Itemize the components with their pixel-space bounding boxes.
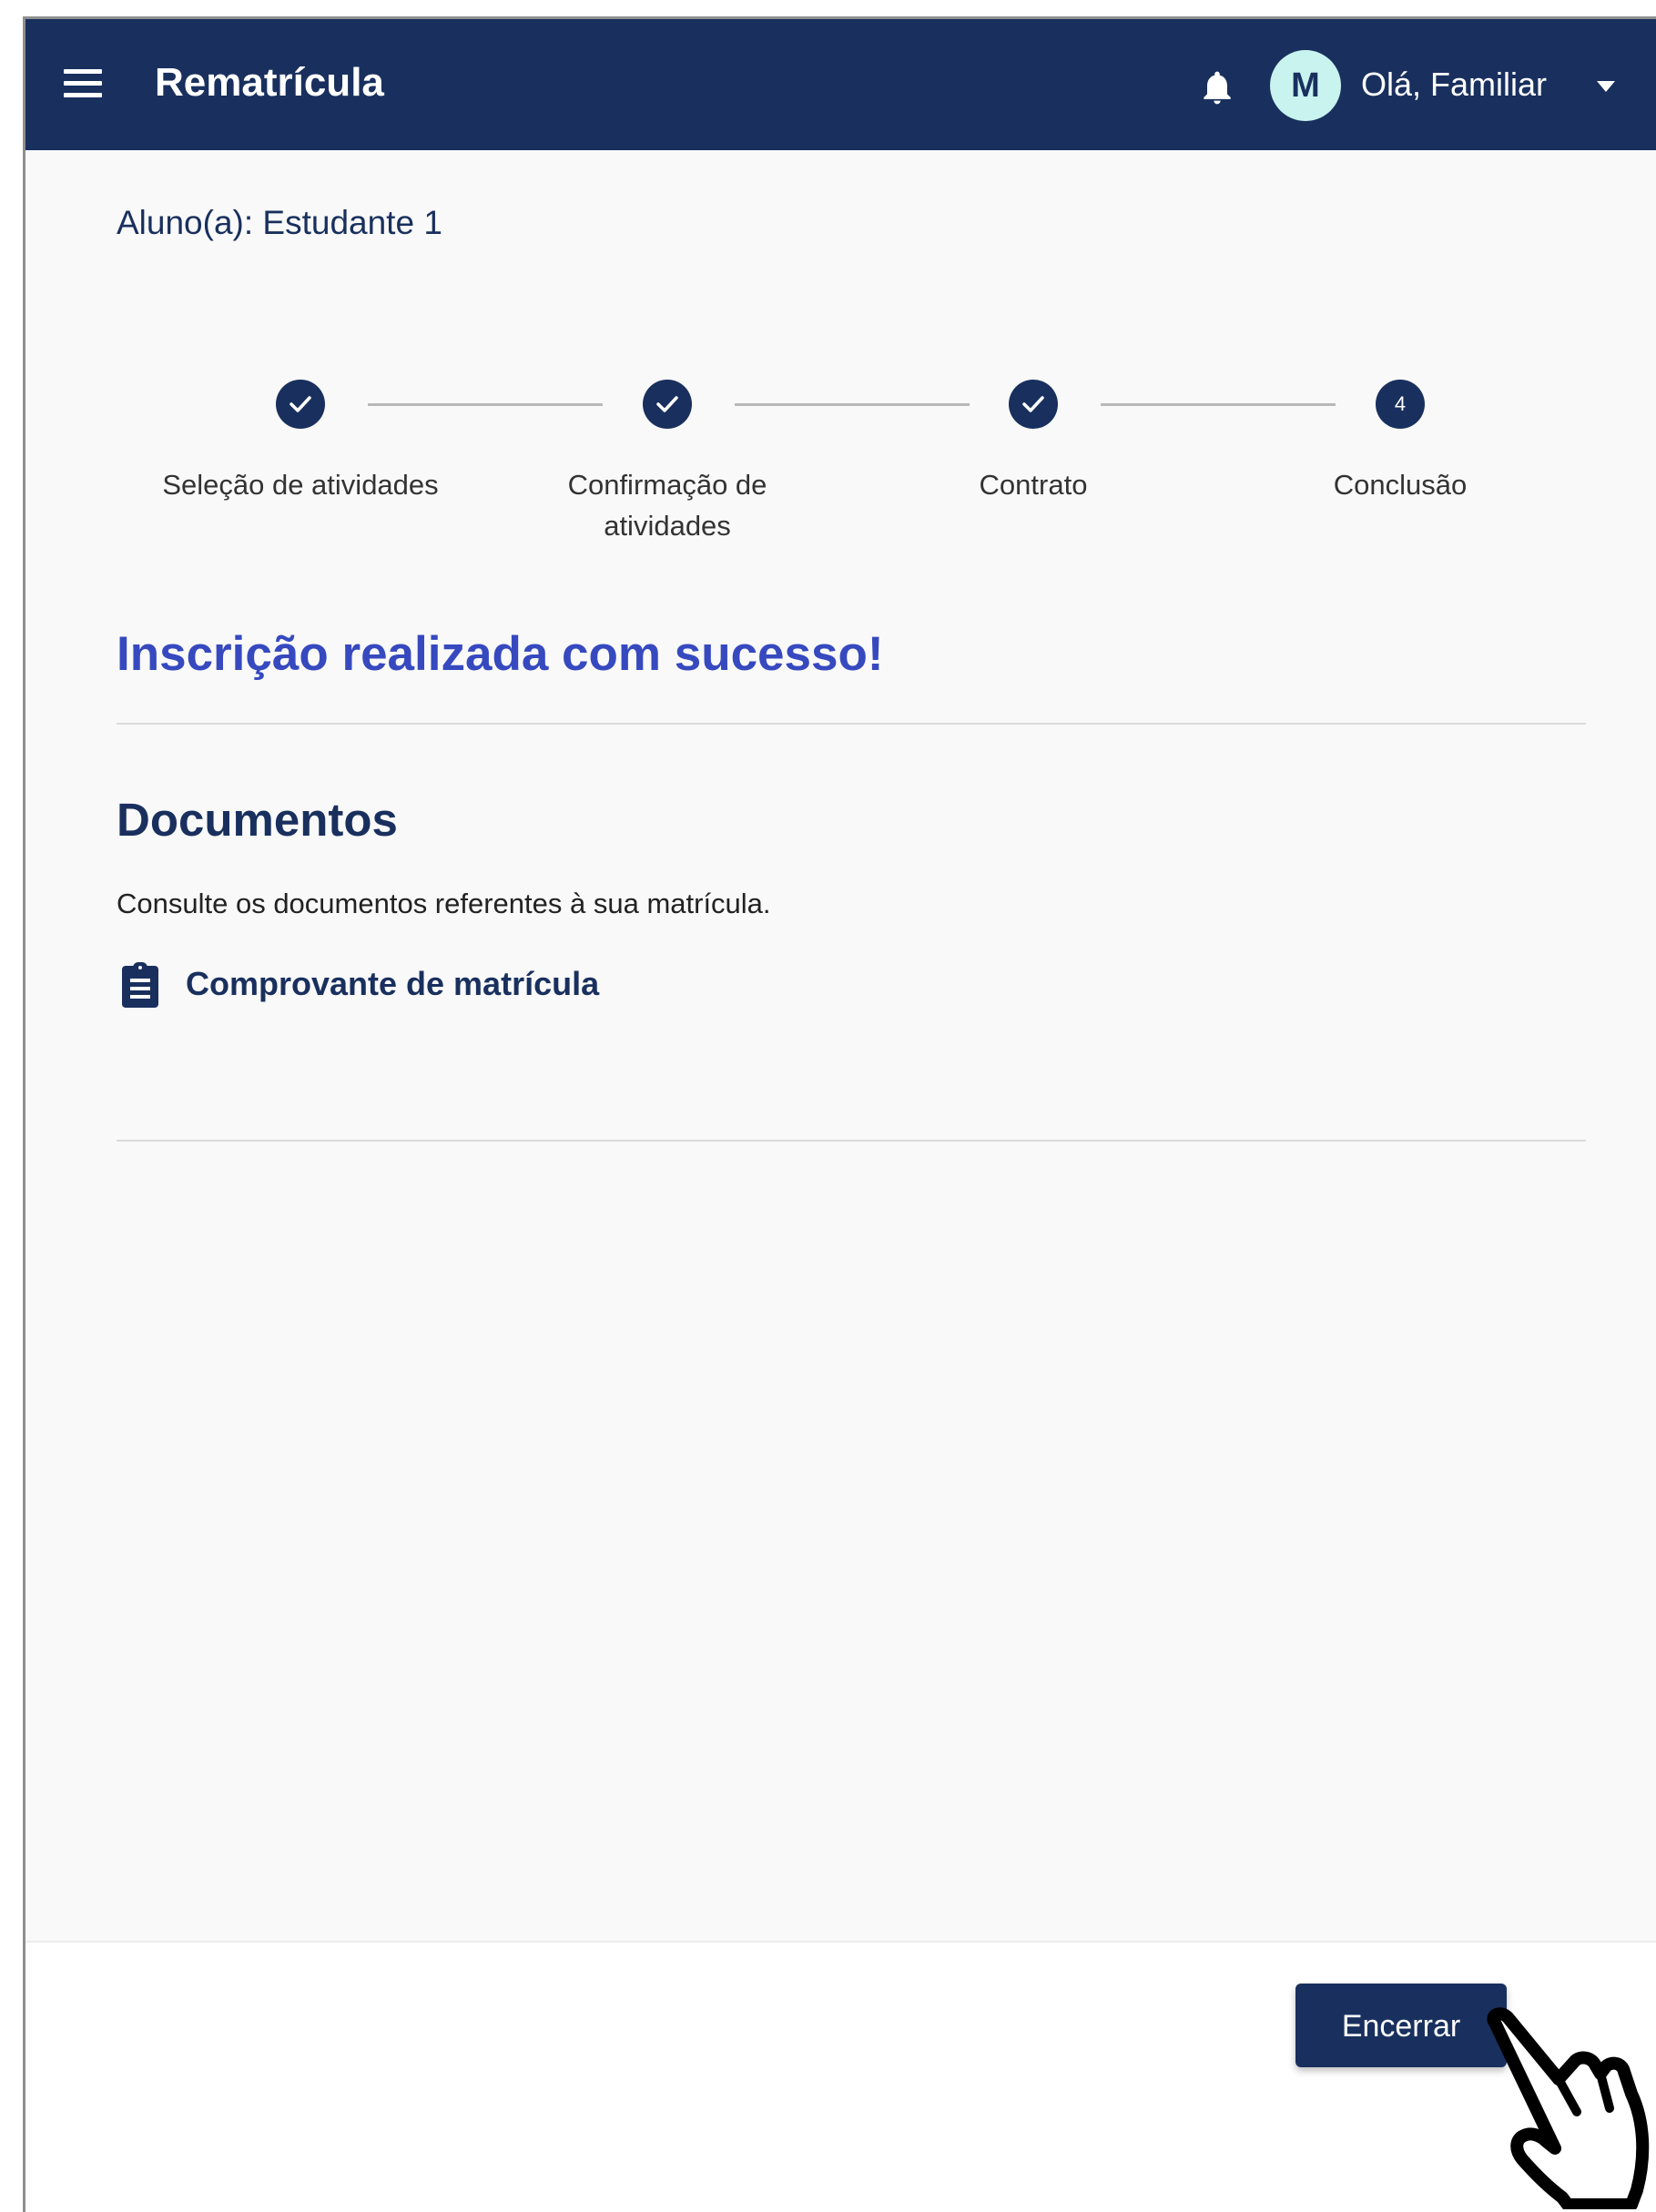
step-3-label: Contrato (979, 469, 1088, 501)
pointing-hand-icon (1487, 2007, 1650, 2209)
documents-description: Consulte os documentos referentes à sua … (117, 888, 771, 919)
step-connector (1101, 403, 1336, 406)
step-1-label: Seleção de atividades (162, 469, 439, 501)
menu-icon[interactable] (64, 69, 102, 98)
app-title: Rematrícula (155, 60, 384, 105)
step-2-label: Confirmação de atividades (567, 469, 767, 542)
step-connector (735, 403, 970, 406)
caret-down-icon[interactable] (1597, 81, 1615, 92)
clipboard-icon (122, 962, 158, 1008)
step-2-check-icon (643, 380, 692, 429)
enrollment-receipt-label: Comprovante de matrícula (186, 965, 600, 1002)
step-connector (368, 403, 603, 406)
app-window: Rematrícula M Olá, Familiar Aluno(a): Es… (23, 16, 1656, 2212)
step-3-check-icon (1009, 380, 1058, 429)
user-greeting[interactable]: Olá, Familiar (1361, 63, 1547, 107)
documents-title: Documentos (117, 794, 398, 846)
bell-icon[interactable] (1197, 65, 1237, 110)
footer-bar (25, 1941, 1656, 2212)
avatar[interactable]: M (1270, 50, 1341, 121)
step-1-check-icon (276, 380, 325, 429)
divider (117, 723, 1586, 725)
step-4-label: Conclusão (1333, 469, 1468, 501)
top-app-bar: Rematrícula M Olá, Familiar (25, 19, 1656, 150)
enrollment-receipt-link[interactable]: Comprovante de matrícula (120, 957, 599, 1011)
student-name: Aluno(a): Estudante 1 (117, 204, 442, 241)
success-message: Inscrição realizada com sucesso! (117, 627, 884, 681)
divider (117, 1140, 1586, 1142)
step-4-number: 4 (1376, 380, 1425, 429)
